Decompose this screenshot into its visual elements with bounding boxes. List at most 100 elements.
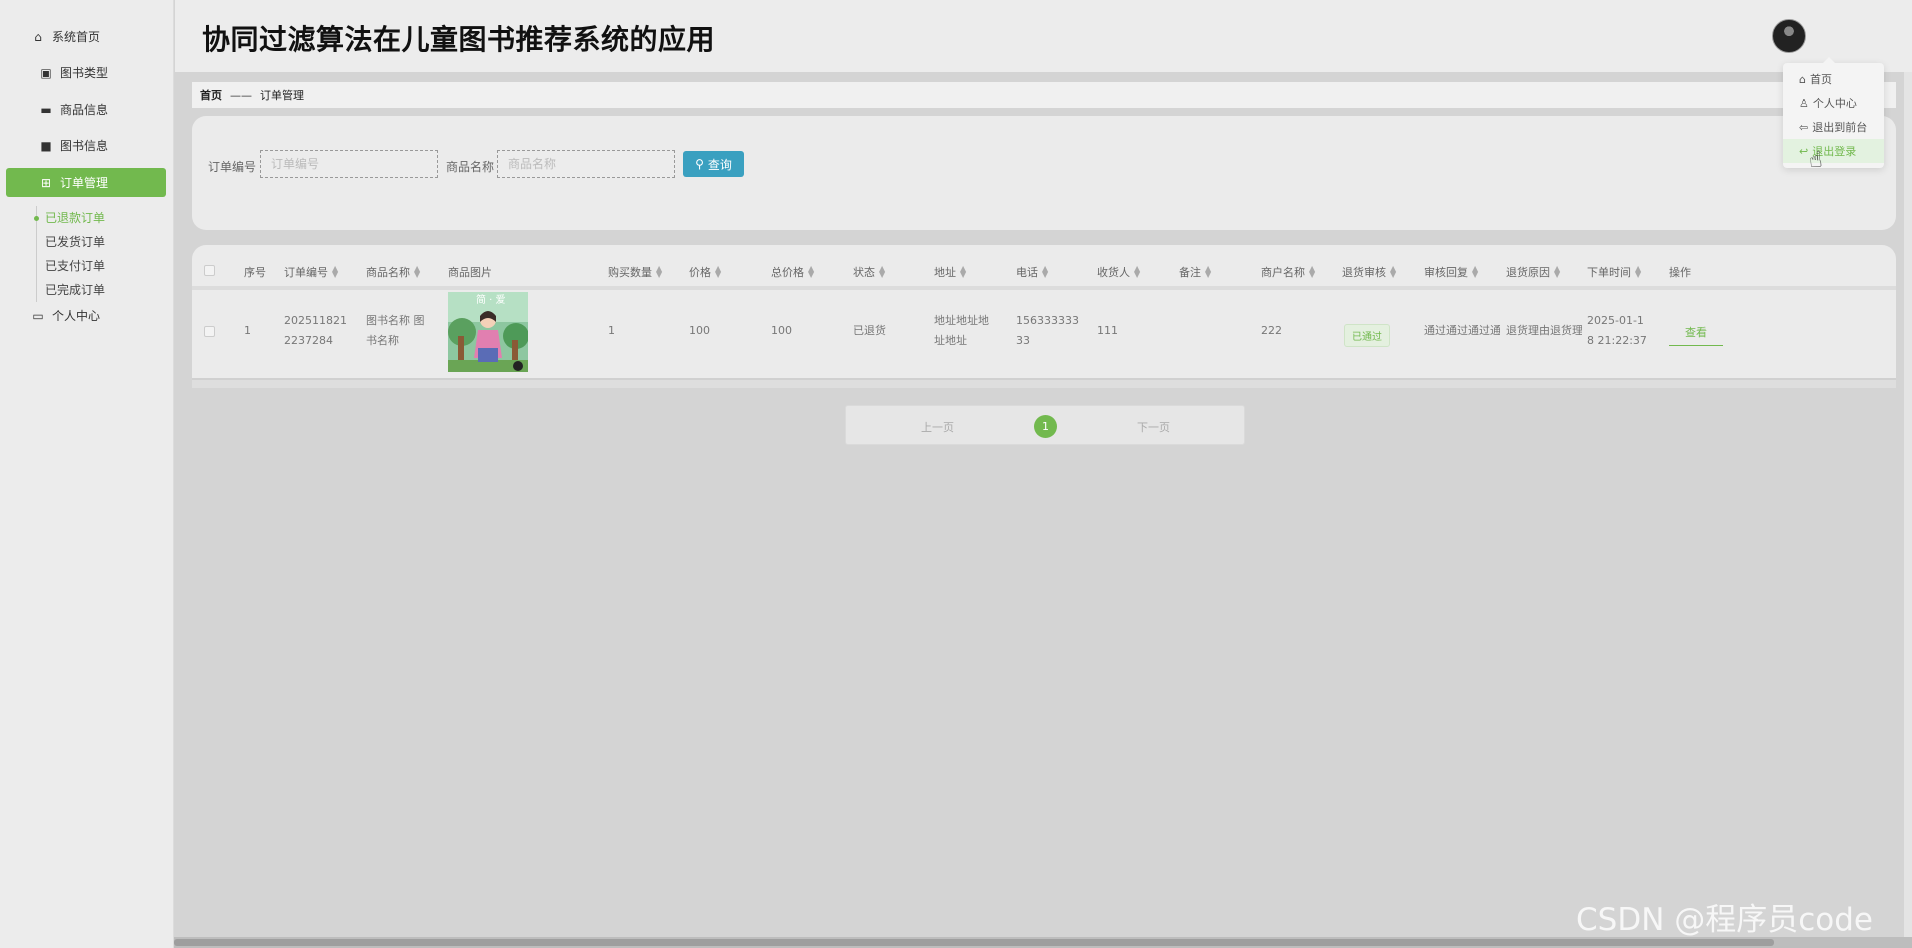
search-button[interactable]: ⚲ 查询: [683, 151, 744, 177]
briefcase-icon: ■: [40, 138, 52, 153]
breadcrumb-current: 订单管理: [260, 89, 304, 102]
cell-audit-reply: 通过通过通过通: [1424, 324, 1500, 337]
row-checkbox[interactable]: [204, 326, 215, 337]
col-remark[interactable]: 备注 ▲ ▼: [1179, 264, 1211, 280]
sidebar-item-label: 系统首页: [52, 30, 101, 44]
next-page-button[interactable]: 下一页: [1137, 419, 1170, 435]
dropdown-item-personal-center[interactable]: ♙ 个人中心: [1783, 91, 1884, 115]
search-button-label: 查询: [707, 157, 732, 172]
cell-quantity: 1: [608, 324, 615, 337]
col-return-audit[interactable]: 退货审核 ▲ ▼: [1342, 264, 1396, 280]
grid-icon: ⊞: [40, 175, 52, 190]
arrow-left-icon: ⇦: [1799, 120, 1809, 134]
col-address[interactable]: 地址 ▲ ▼: [934, 264, 966, 280]
clipboard-icon: ▣: [40, 65, 52, 80]
sidebar-item-label: 商品信息: [60, 103, 109, 117]
book-cover-image: 简 · 爱: [448, 292, 528, 372]
sidebar-item-order-management[interactable]: ⊞ 订单管理: [6, 168, 166, 197]
svg-text:简 · 爱: 简 · 爱: [476, 293, 506, 306]
page-title: 协同过滤算法在儿童图书推荐系统的应用: [202, 23, 716, 56]
scrollbar-thumb[interactable]: [174, 939, 1774, 946]
chat-icon: ▬: [40, 102, 52, 117]
col-product-name[interactable]: 商品名称 ▲ ▼: [366, 264, 420, 280]
dropdown-item-logout[interactable]: ↩ 退出登录: [1783, 139, 1884, 163]
sort-icon: ▲ ▼: [332, 264, 339, 279]
table-header: 序号 订单编号 ▲ ▼ 商品名称 ▲ ▼ 商品图片 购买数量 ▲ ▼ 价格 ▲ ▼ 总价格 ▲ ▼ …: [192, 245, 1896, 290]
col-audit-reply[interactable]: 审核回复 ▲ ▼: [1424, 264, 1478, 280]
sidebar: ⌂ 系统首页 ▣ 图书类型 ▬ 商品信息 ■ 图书信息 ⊞ 订单管理 已退款订单…: [0, 0, 174, 948]
right-scroll-edge: [1904, 72, 1912, 937]
col-merchant[interactable]: 商户名称 ▲ ▼: [1261, 264, 1315, 280]
card-icon: ▭: [32, 308, 44, 323]
home-icon: ⌂: [1799, 72, 1806, 86]
cell-total-price: 100: [771, 324, 792, 337]
product-image[interactable]: 简 · 爱: [448, 292, 528, 372]
sort-icon: ▲ ▼: [715, 264, 722, 279]
sidebar-item-book-info[interactable]: ■ 图书信息: [6, 131, 166, 160]
sort-icon: ▲ ▼: [1134, 264, 1141, 279]
product-name-label: 商品名称: [446, 160, 495, 174]
sort-icon: ▲ ▼: [1309, 264, 1316, 279]
sidebar-item-personal-center[interactable]: ▭ 个人中心: [30, 301, 190, 330]
col-index: 序号: [244, 266, 266, 279]
breadcrumb-home[interactable]: 首页: [200, 87, 222, 103]
watermark: CSDN @程序员code: [1576, 902, 1873, 938]
col-actions: 操作: [1669, 266, 1691, 279]
submenu-completed-orders[interactable]: 已完成订单: [37, 278, 105, 302]
user-icon: ♙: [1799, 96, 1809, 110]
status-badge: 已通过: [1344, 324, 1390, 347]
cell-address: 地址地址地 址地址: [934, 314, 989, 347]
product-name-input[interactable]: [497, 150, 675, 178]
sort-icon: ▲ ▼: [808, 264, 815, 279]
search-icon: ⚲: [695, 157, 704, 171]
sort-icon: ▲ ▼: [414, 264, 421, 279]
order-no-input[interactable]: [260, 150, 438, 178]
col-receiver[interactable]: 收货人 ▲ ▼: [1097, 264, 1140, 280]
submenu-paid-orders[interactable]: 已支付订单: [37, 254, 105, 278]
header: 协同过滤算法在儿童图书推荐系统的应用: [175, 0, 1912, 72]
page-number-current[interactable]: 1: [1034, 415, 1057, 438]
cell-receiver: 111: [1097, 324, 1118, 337]
order-submenu: 已退款订单 已发货订单 已支付订单 已完成订单: [33, 206, 105, 302]
cell-return-reason: 退货理由退货理: [1506, 324, 1582, 337]
search-panel: 订单编号 商品名称 ⚲ 查询: [192, 116, 1896, 230]
order-table: 序号 订单编号 ▲ ▼ 商品名称 ▲ ▼ 商品图片 购买数量 ▲ ▼ 价格 ▲ ▼ 总价格 ▲ ▼ …: [192, 245, 1896, 388]
prev-page-button[interactable]: 上一页: [921, 419, 954, 435]
sort-icon: ▲ ▼: [1205, 264, 1212, 279]
submenu-refunded-orders[interactable]: 已退款订单: [33, 206, 105, 230]
table-scrollbar[interactable]: [192, 378, 1896, 388]
sidebar-item-label: 图书信息: [60, 139, 109, 153]
cell-product-name: 图书名称 图书名称: [366, 314, 425, 347]
logout-icon: ↩: [1799, 144, 1809, 158]
select-all-checkbox[interactable]: [204, 265, 215, 276]
col-product-image: 商品图片: [448, 266, 492, 279]
cell-order-time: 2025-01-1 8 21:22:37: [1587, 314, 1647, 347]
sort-icon: ▲ ▼: [1390, 264, 1397, 279]
col-quantity[interactable]: 购买数量 ▲ ▼: [608, 264, 662, 280]
sidebar-item-home[interactable]: ⌂ 系统首页: [30, 22, 190, 51]
sidebar-item-label: 个人中心: [52, 309, 101, 323]
cell-price: 100: [689, 324, 710, 337]
submenu-shipped-orders[interactable]: 已发货订单: [37, 230, 105, 254]
cell-phone: 156333333 33: [1016, 314, 1079, 347]
sort-icon: ▲ ▼: [1635, 264, 1642, 279]
avatar[interactable]: [1772, 19, 1806, 53]
sort-icon: ▲ ▼: [1472, 264, 1479, 279]
dropdown-item-exit-to-front[interactable]: ⇦ 退出到前台: [1783, 115, 1884, 139]
breadcrumb: 首页 —— 订单管理: [192, 82, 1896, 108]
sidebar-item-product-info[interactable]: ▬ 商品信息: [6, 95, 166, 124]
col-price[interactable]: 价格 ▲ ▼: [689, 264, 721, 280]
col-order-time[interactable]: 下单时间 ▲ ▼: [1587, 264, 1641, 280]
col-status[interactable]: 状态 ▲ ▼: [853, 264, 885, 280]
sidebar-item-label: 订单管理: [60, 176, 109, 190]
dropdown-item-home[interactable]: ⌂ 首页: [1783, 67, 1884, 91]
view-button[interactable]: 查看: [1669, 324, 1723, 346]
sort-icon: ▲ ▼: [1042, 264, 1049, 279]
col-total-price[interactable]: 总价格 ▲ ▼: [771, 264, 814, 280]
order-no-label: 订单编号: [208, 160, 257, 174]
sidebar-item-book-type[interactable]: ▣ 图书类型: [6, 58, 166, 87]
col-order-no[interactable]: 订单编号 ▲ ▼: [284, 264, 338, 280]
cell-order-no: 202511821 2237284: [284, 314, 347, 347]
col-return-reason[interactable]: 退货原因 ▲ ▼: [1506, 264, 1560, 280]
col-phone[interactable]: 电话 ▲ ▼: [1016, 264, 1048, 280]
